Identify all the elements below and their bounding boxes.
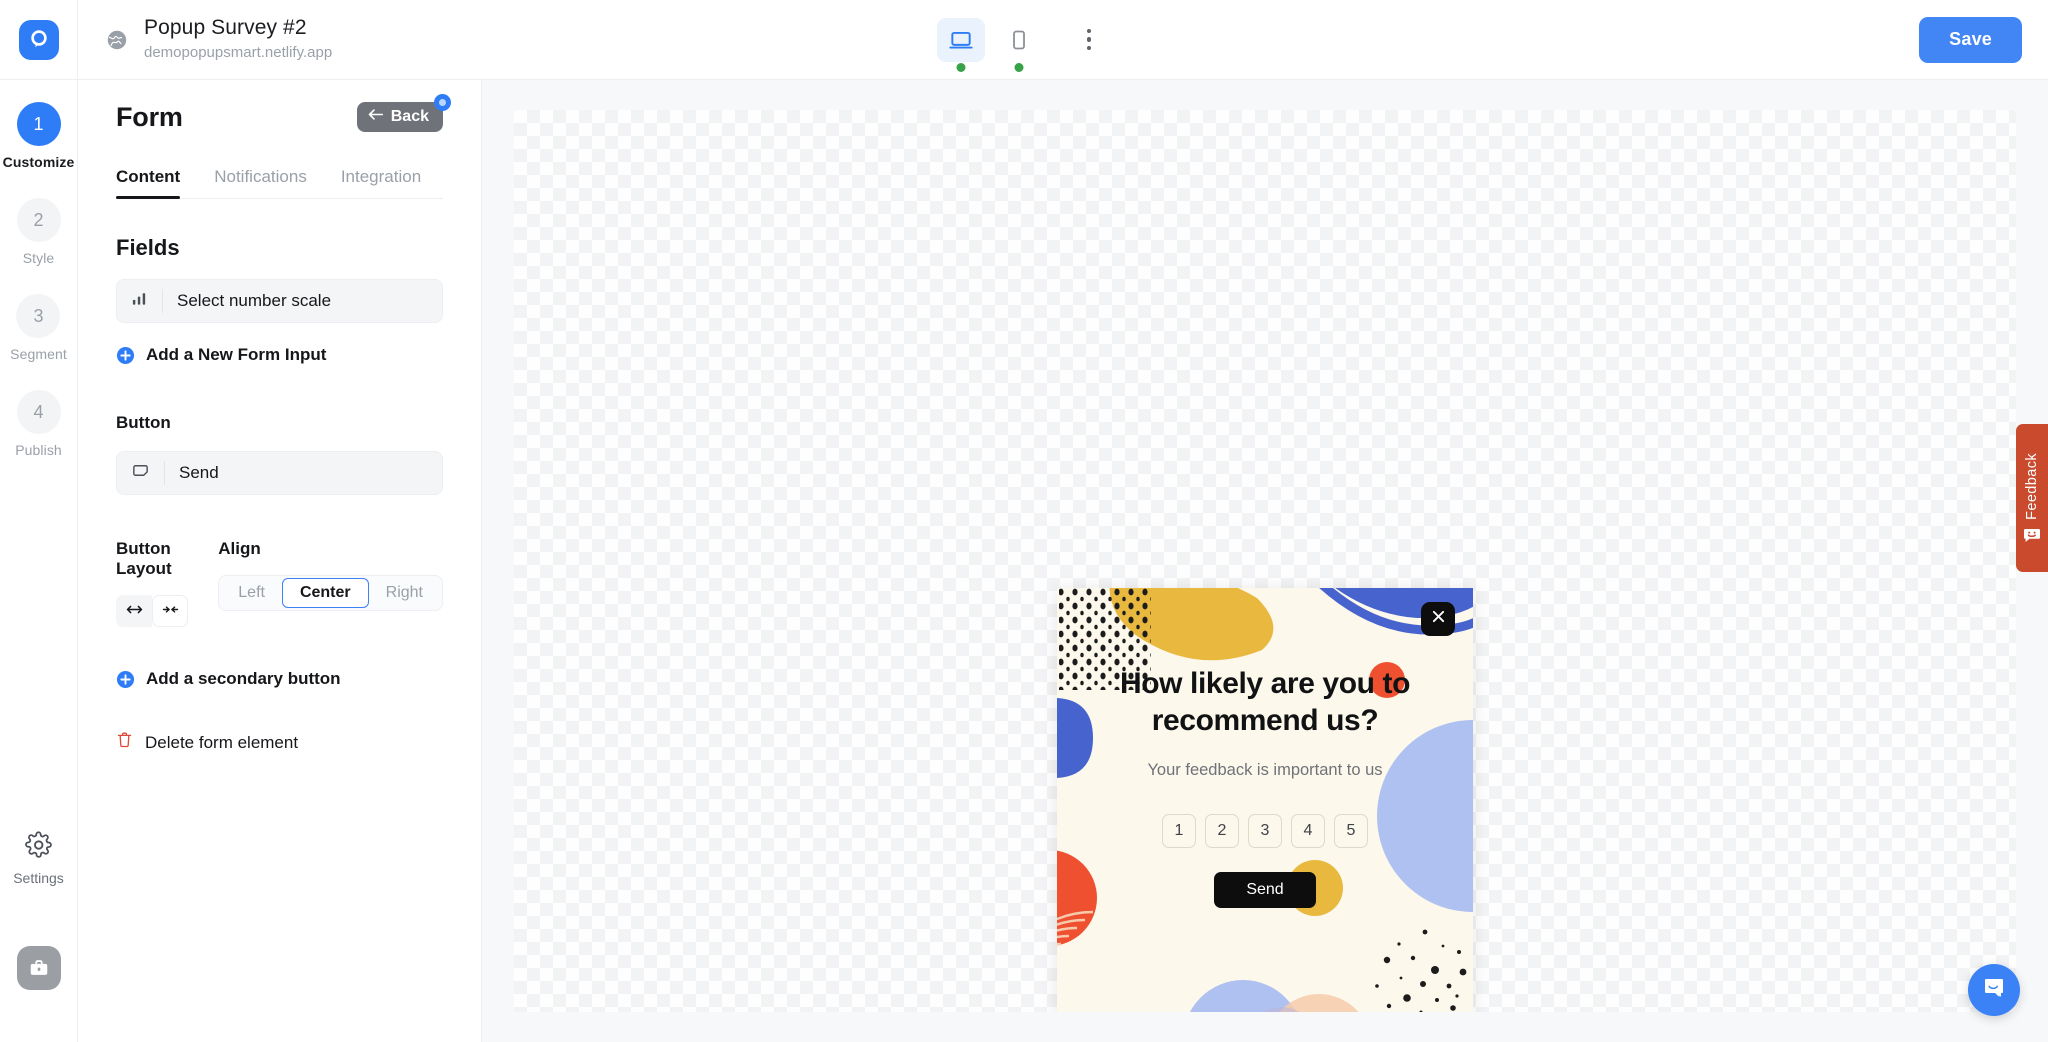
- field-divider: [162, 289, 163, 313]
- back-button-label: Back: [390, 108, 429, 125]
- popup-heading: How likely are you to recommend us?: [1119, 667, 1411, 737]
- popup-send-button[interactable]: Send: [1214, 872, 1316, 909]
- popup-subheading: Your feedback is important to us: [1147, 761, 1383, 780]
- page-domain: demopopupsmart.netlify.app: [144, 43, 333, 61]
- smiley-feedback-icon: [2023, 528, 2041, 543]
- popup-close-button[interactable]: [1421, 602, 1455, 636]
- plus-circle-icon: [116, 670, 135, 689]
- device-preview-switcher: [937, 17, 1111, 72]
- scale-option-2[interactable]: 2: [1205, 814, 1239, 849]
- add-form-input-button[interactable]: Add a New Form Input: [116, 345, 443, 365]
- field-item-label: Select number scale: [177, 291, 332, 310]
- scale-option-3[interactable]: 3: [1248, 814, 1282, 849]
- trash-icon: [116, 731, 133, 754]
- tab-notifications[interactable]: Notifications: [214, 167, 307, 198]
- rail-step-label: Style: [22, 250, 55, 266]
- kebab-menu-icon[interactable]: [1067, 18, 1111, 62]
- popup-number-scale: 1 2 3 4 5: [1162, 814, 1368, 849]
- device-status-dot: [956, 62, 966, 72]
- align-label: Align: [218, 539, 261, 558]
- back-button-badge: [434, 94, 451, 111]
- rail-step-number: 3: [16, 294, 61, 338]
- field-divider: [164, 461, 165, 485]
- button-tag-icon: [131, 461, 150, 485]
- rail-step-customize[interactable]: 1 Customize: [3, 102, 75, 170]
- intercom-launcher[interactable]: [1968, 964, 2020, 1016]
- add-secondary-button[interactable]: Add a secondary button: [116, 669, 443, 689]
- feedback-tab-label: Feedback: [2024, 452, 2040, 520]
- rail-step-number: 1: [16, 102, 61, 146]
- rail-settings-button[interactable]: Settings: [13, 831, 64, 886]
- field-item-number-scale[interactable]: Select number scale: [116, 279, 443, 323]
- button-align-group: Align Left Center Right: [218, 539, 443, 627]
- add-secondary-button-label: Add a secondary button: [146, 669, 341, 688]
- rail-step-number: 4: [16, 390, 61, 434]
- top-bar: Popup Survey #2 demopopupsmart.netlify.a…: [0, 0, 2048, 80]
- popupsmart-logo-icon: [18, 19, 59, 60]
- plus-circle-icon: [116, 346, 135, 365]
- close-x-icon: [1431, 609, 1446, 629]
- fields-section-title: Fields: [116, 235, 180, 260]
- preview-canvas: How likely are you to recommend us? Your…: [482, 80, 2048, 1042]
- popup-preview[interactable]: How likely are you to recommend us? Your…: [1057, 588, 1473, 1012]
- align-option-left[interactable]: Left: [221, 578, 282, 608]
- page-title: Popup Survey #2: [144, 15, 307, 39]
- form-settings-panel: Form Back Content Notifications Integrat…: [78, 80, 482, 1042]
- button-layout-label: Button Layout: [116, 539, 172, 578]
- button-text-value: Send: [179, 463, 219, 482]
- align-option-right[interactable]: Right: [369, 578, 440, 608]
- globe-icon: [104, 27, 130, 53]
- save-button[interactable]: Save: [1919, 16, 2022, 63]
- rail-step-label: Segment: [10, 346, 67, 362]
- laptop-icon: [948, 27, 974, 53]
- gear-icon: [24, 831, 53, 864]
- button-section-title: Button: [116, 413, 171, 432]
- chat-bubble-icon: [1981, 975, 2007, 1006]
- button-layout-group: Button Layout: [116, 539, 218, 627]
- panel-header: Form Back: [116, 80, 451, 133]
- step-rail: 1 Customize 2 Style 3 Segment 4 Publish …: [0, 80, 78, 1042]
- briefcase-icon[interactable]: [16, 946, 61, 990]
- device-mobile-button[interactable]: [995, 18, 1043, 72]
- rail-settings-label: Settings: [13, 870, 64, 886]
- rail-step-label: Publish: [15, 442, 62, 458]
- app-root: Popup Survey #2 demopopupsmart.netlify.a…: [0, 0, 2048, 1042]
- tab-integration[interactable]: Integration: [341, 167, 421, 198]
- arrow-left-icon: [367, 107, 384, 127]
- brand-logo[interactable]: [0, 0, 78, 80]
- phone-icon: [1007, 28, 1031, 52]
- rail-step-segment[interactable]: 3 Segment: [10, 294, 67, 362]
- rail-step-label: Customize: [2, 154, 75, 170]
- delete-form-element-label: Delete form element: [145, 732, 299, 752]
- button-text-field[interactable]: Send: [116, 451, 443, 495]
- rail-step-number: 2: [16, 198, 61, 242]
- align-options: Left Center Right: [218, 575, 443, 611]
- scale-option-5[interactable]: 5: [1334, 814, 1368, 849]
- rail-step-publish[interactable]: 4 Publish: [15, 390, 62, 458]
- layout-option-full-width[interactable]: [116, 595, 152, 627]
- canvas-checkerboard: How likely are you to recommend us? Your…: [514, 110, 2016, 1012]
- tab-content[interactable]: Content: [116, 167, 181, 199]
- popup-content: How likely are you to recommend us? Your…: [1057, 666, 1473, 909]
- scale-option-1[interactable]: 1: [1162, 814, 1196, 849]
- layout-option-fit-content[interactable]: [152, 595, 188, 627]
- feedback-tab[interactable]: Feedback: [2016, 424, 2048, 572]
- arrows-expand-icon: [126, 603, 143, 620]
- add-form-input-label: Add a New Form Input: [146, 345, 327, 364]
- align-option-center[interactable]: Center: [281, 578, 369, 608]
- scale-option-4[interactable]: 4: [1291, 814, 1325, 849]
- button-layout-options: [116, 595, 218, 627]
- panel-tabs: Content Notifications Integration: [116, 167, 443, 199]
- delete-form-element-button[interactable]: Delete form element: [116, 731, 443, 754]
- rail-step-style[interactable]: 2 Style: [16, 198, 61, 266]
- back-button[interactable]: Back: [356, 94, 451, 132]
- arrows-collapse-icon: [162, 603, 179, 620]
- device-status-dot: [1014, 62, 1024, 72]
- page-title-block: Popup Survey #2 demopopupsmart.netlify.a…: [104, 15, 332, 65]
- layout-align-row: Button Layout Align Left Center Right: [116, 539, 443, 627]
- bar-chart-icon: [131, 290, 148, 312]
- device-desktop-button[interactable]: [937, 17, 985, 72]
